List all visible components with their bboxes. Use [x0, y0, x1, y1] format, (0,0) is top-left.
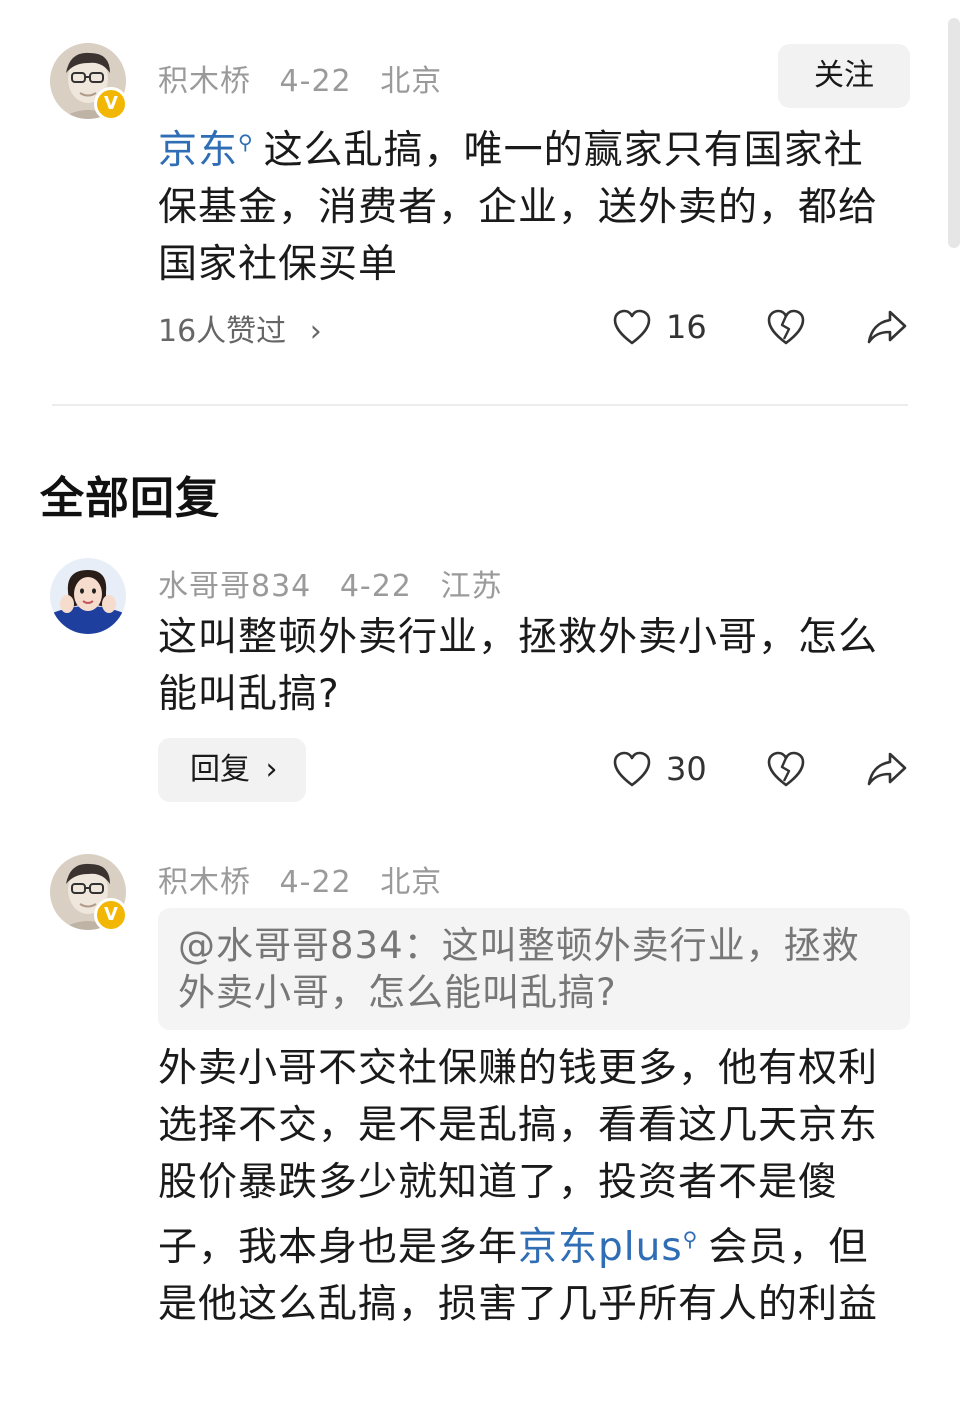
author-name[interactable]: 积木桥	[158, 865, 251, 900]
search-icon: ⚲	[238, 130, 254, 154]
jd-link[interactable]: 京东	[158, 128, 238, 173]
verified-badge-icon: V	[94, 87, 128, 121]
verified-badge-icon: V	[94, 898, 128, 932]
post-text: 京东⚲ 这么乱搞，唯一的赢家只有国家社保基金，消费者，企业，送外卖的，都给国家社保…	[158, 114, 898, 293]
reply-location: 江苏	[440, 569, 503, 604]
scrollbar[interactable]	[948, 18, 960, 248]
reply-text: 外卖小哥不交社保赚的钱更多，他有权利选择不交，是不是乱搞，看看这几天京东股价暴跌…	[158, 1040, 898, 1333]
follow-button[interactable]: 关注	[778, 44, 910, 108]
reply-text: 这叫整顿外卖行业，拯救外卖小哥，怎么能叫乱搞?	[158, 615, 879, 717]
reply-actions: 30	[0, 744, 960, 794]
author-name[interactable]: 水哥哥834	[158, 569, 311, 604]
avatar-jimuqiao[interactable]: V	[50, 43, 128, 121]
dislike-button[interactable]	[766, 744, 806, 794]
search-icon: ⚲	[682, 1227, 699, 1251]
like-count: 16	[666, 308, 707, 346]
reply-meta: 积木桥 4-22 北京	[158, 857, 460, 901]
dislike-button[interactable]	[766, 302, 806, 352]
section-title: 全部回复	[40, 473, 220, 524]
reply-meta: 水哥哥834 4-22 江苏	[158, 561, 520, 605]
like-button[interactable]: 30	[612, 744, 707, 794]
share-button[interactable]	[866, 302, 908, 352]
share-button[interactable]	[866, 744, 908, 794]
post-meta: 积木桥 4-22 北京	[158, 56, 460, 100]
share-icon	[867, 752, 907, 786]
avatar-jimuqiao[interactable]: V	[50, 854, 128, 932]
reply-date: 4-22	[279, 865, 352, 900]
heart-icon	[613, 751, 651, 787]
like-count: 30	[666, 750, 707, 788]
divider	[52, 404, 908, 406]
post-text-body: 这么乱搞，唯一的赢家只有国家社保基金，消费者，企业，送外卖的，都给国家社保买单	[158, 128, 879, 287]
broken-heart-icon	[767, 751, 805, 787]
post-location: 北京	[380, 64, 443, 99]
heart-icon	[613, 309, 651, 345]
quoted-reply: @水哥哥834：这叫整顿外卖行业，拯救外卖小哥，怎么能叫乱搞?	[158, 908, 910, 1030]
author-name[interactable]: 积木桥	[158, 64, 251, 99]
like-button[interactable]: 16	[612, 302, 707, 352]
share-icon	[867, 310, 907, 344]
avatar-shuigege[interactable]	[50, 558, 126, 634]
post-date: 4-22	[279, 64, 352, 99]
broken-heart-icon	[767, 309, 805, 345]
jd-plus-link[interactable]: 京东plus	[518, 1225, 683, 1270]
reply-location: 北京	[380, 865, 443, 900]
reply-date: 4-22	[339, 569, 412, 604]
post-actions: 16	[0, 302, 960, 352]
